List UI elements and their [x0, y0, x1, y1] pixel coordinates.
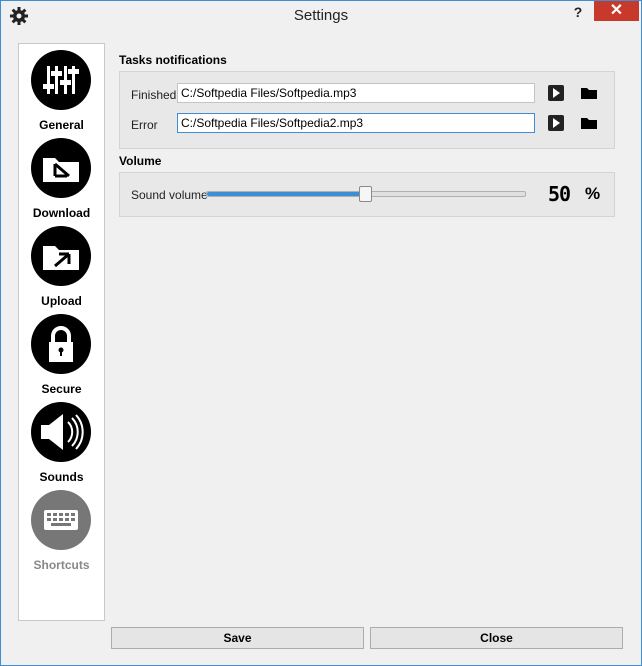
- lock-icon: [31, 314, 91, 374]
- volume-unit: %: [585, 184, 601, 203]
- finished-sound-path-input[interactable]: [177, 83, 535, 103]
- finished-label: Finished: [131, 88, 177, 102]
- error-sound-path-input[interactable]: [177, 113, 535, 133]
- error-label: Error: [131, 118, 158, 132]
- sidebar-item-upload[interactable]: Upload: [19, 220, 104, 308]
- sound-volume-label: Sound volume: [131, 188, 208, 202]
- browse-finished-folder-icon[interactable]: [580, 84, 598, 102]
- volume-value: 50: [548, 182, 571, 206]
- sidebar-item-secure[interactable]: Secure: [19, 308, 104, 396]
- settings-sidebar: General Download Upload Secure Sounds Sh…: [18, 43, 105, 621]
- window-title: Settings: [293, 7, 349, 24]
- play-finished-button[interactable]: [547, 84, 565, 102]
- folder-upload-icon: [31, 226, 91, 286]
- browse-error-folder-icon[interactable]: [580, 114, 598, 132]
- sidebar-item-label: Secure: [41, 382, 82, 396]
- play-error-button[interactable]: [547, 114, 565, 132]
- sound-volume-slider-handle[interactable]: [359, 186, 372, 202]
- sliders-icon: [31, 50, 91, 110]
- sidebar-item-label: Download: [32, 206, 91, 220]
- sidebar-item-general[interactable]: General: [19, 44, 104, 132]
- sound-volume-slider-fill: [207, 192, 366, 196]
- keyboard-icon: [31, 490, 91, 550]
- window-close-button[interactable]: ✕: [594, 1, 639, 21]
- sidebar-item-label: General: [39, 118, 84, 132]
- settings-window: Settings ? ✕ General Download Upload Sec…: [0, 0, 642, 666]
- sidebar-item-label: Shortcuts: [33, 558, 90, 572]
- tasks-section-title: Tasks notifications: [119, 53, 227, 67]
- sidebar-item-shortcuts[interactable]: Shortcuts: [19, 484, 104, 572]
- save-button[interactable]: Save: [111, 627, 364, 649]
- sidebar-item-download[interactable]: Download: [19, 132, 104, 220]
- help-button[interactable]: ?: [567, 1, 589, 23]
- sidebar-item-label: Upload: [41, 294, 82, 308]
- title-bar: Settings ? ✕: [1, 1, 641, 31]
- folder-download-icon: [31, 138, 91, 198]
- close-button[interactable]: Close: [370, 627, 623, 649]
- tasks-group: Finished Error: [119, 71, 615, 149]
- volume-group: Sound volume 50 %: [119, 172, 615, 217]
- speaker-icon: [31, 402, 91, 462]
- sidebar-item-label: Sounds: [39, 470, 84, 484]
- sidebar-item-sounds[interactable]: Sounds: [19, 396, 104, 484]
- volume-section-title: Volume: [119, 154, 162, 168]
